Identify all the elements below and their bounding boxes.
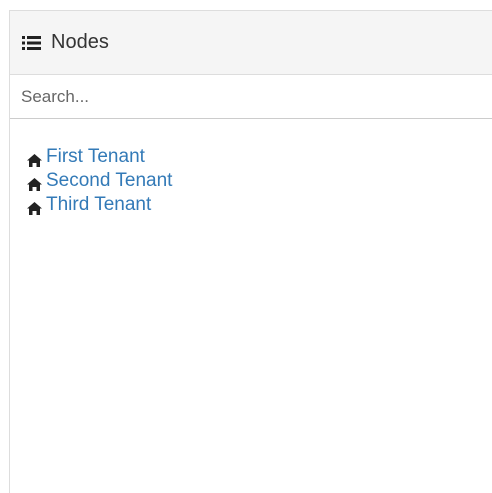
panel-heading: Nodes (10, 11, 492, 75)
list-icon (22, 35, 41, 50)
home-icon (27, 175, 42, 191)
home-icon (27, 199, 42, 215)
tree-item-second-tenant[interactable]: Second Tenant (27, 169, 492, 193)
node-tree: First Tenant Second Tenant Third Tenant (10, 119, 492, 217)
home-icon (27, 151, 42, 167)
tree-item-label[interactable]: Third Tenant (46, 193, 151, 217)
tree-item-first-tenant[interactable]: First Tenant (27, 145, 492, 169)
tree-item-label[interactable]: Second Tenant (46, 169, 172, 193)
search-input[interactable] (10, 75, 492, 118)
tree-item-third-tenant[interactable]: Third Tenant (27, 193, 492, 217)
nodes-panel: Nodes First Tenant Second Tenant (9, 10, 492, 493)
panel-title: Nodes (51, 31, 109, 53)
search-container (10, 75, 492, 119)
tree-item-label[interactable]: First Tenant (46, 145, 145, 169)
